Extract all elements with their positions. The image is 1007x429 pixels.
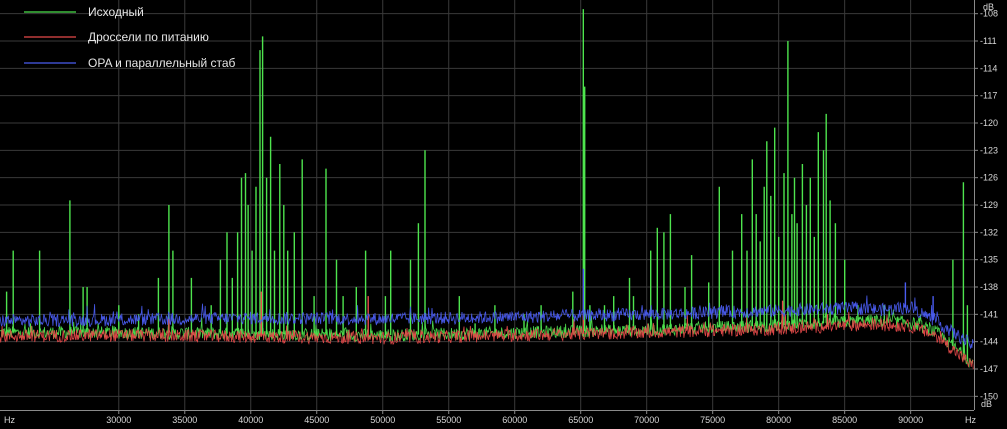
x-tick-label: 30000 xyxy=(106,415,131,425)
legend-label: Исходный xyxy=(88,5,144,19)
x-tick-label: 75000 xyxy=(700,415,725,425)
x-tick-label: 35000 xyxy=(172,415,197,425)
y-tick-label: -123 xyxy=(980,145,998,155)
legend-label: OPA и параллельный стаб xyxy=(88,56,236,70)
y-tick-label: -144 xyxy=(980,337,998,347)
y-tick-label: -132 xyxy=(980,227,998,237)
x-tick-label: 60000 xyxy=(502,415,527,425)
x-axis-unit: Hz xyxy=(4,415,15,425)
y-tick-label: -147 xyxy=(980,364,998,374)
legend-label: Дроссели по питанию xyxy=(88,30,209,44)
y-tick-label: -135 xyxy=(980,255,998,265)
x-tick-label: 50000 xyxy=(370,415,395,425)
x-tick-label: 40000 xyxy=(238,415,263,425)
y-tick-label: -126 xyxy=(980,173,998,183)
x-axis-unit-right: Hz xyxy=(965,415,976,425)
x-tick-label: 85000 xyxy=(832,415,857,425)
spectrum-chart: dB -108 -111 -114 -117 -120 -123 -126 -129 -132 -1… xyxy=(0,0,1007,429)
y-tick-label: -114 xyxy=(980,63,997,73)
y-tick-label: -108 xyxy=(980,9,998,19)
x-tick-label: 65000 xyxy=(568,415,593,425)
x-tick-label: 70000 xyxy=(634,415,659,425)
y-tick-label: -117 xyxy=(980,91,997,101)
y-tick-label: -138 xyxy=(980,282,998,292)
y-tick-label: -141 xyxy=(980,309,998,319)
y-tick-label: -129 xyxy=(980,200,998,210)
y-axis: dB -108 -111 -114 -117 -120 -123 -126 -129 -132 -1… xyxy=(974,0,1007,429)
x-tick-label: 45000 xyxy=(304,415,329,425)
x-tick-label: 90000 xyxy=(898,415,923,425)
y-axis-unit-bottom: dB xyxy=(981,399,992,409)
x-tick-label: 55000 xyxy=(436,415,461,425)
y-tick-label: -120 xyxy=(980,118,998,128)
y-tick-label: -111 xyxy=(980,36,997,46)
x-axis: Hz 30000 35000 40000 45000 50000 55000 60000 650… xyxy=(0,410,1007,429)
x-tick-label: 80000 xyxy=(766,415,791,425)
